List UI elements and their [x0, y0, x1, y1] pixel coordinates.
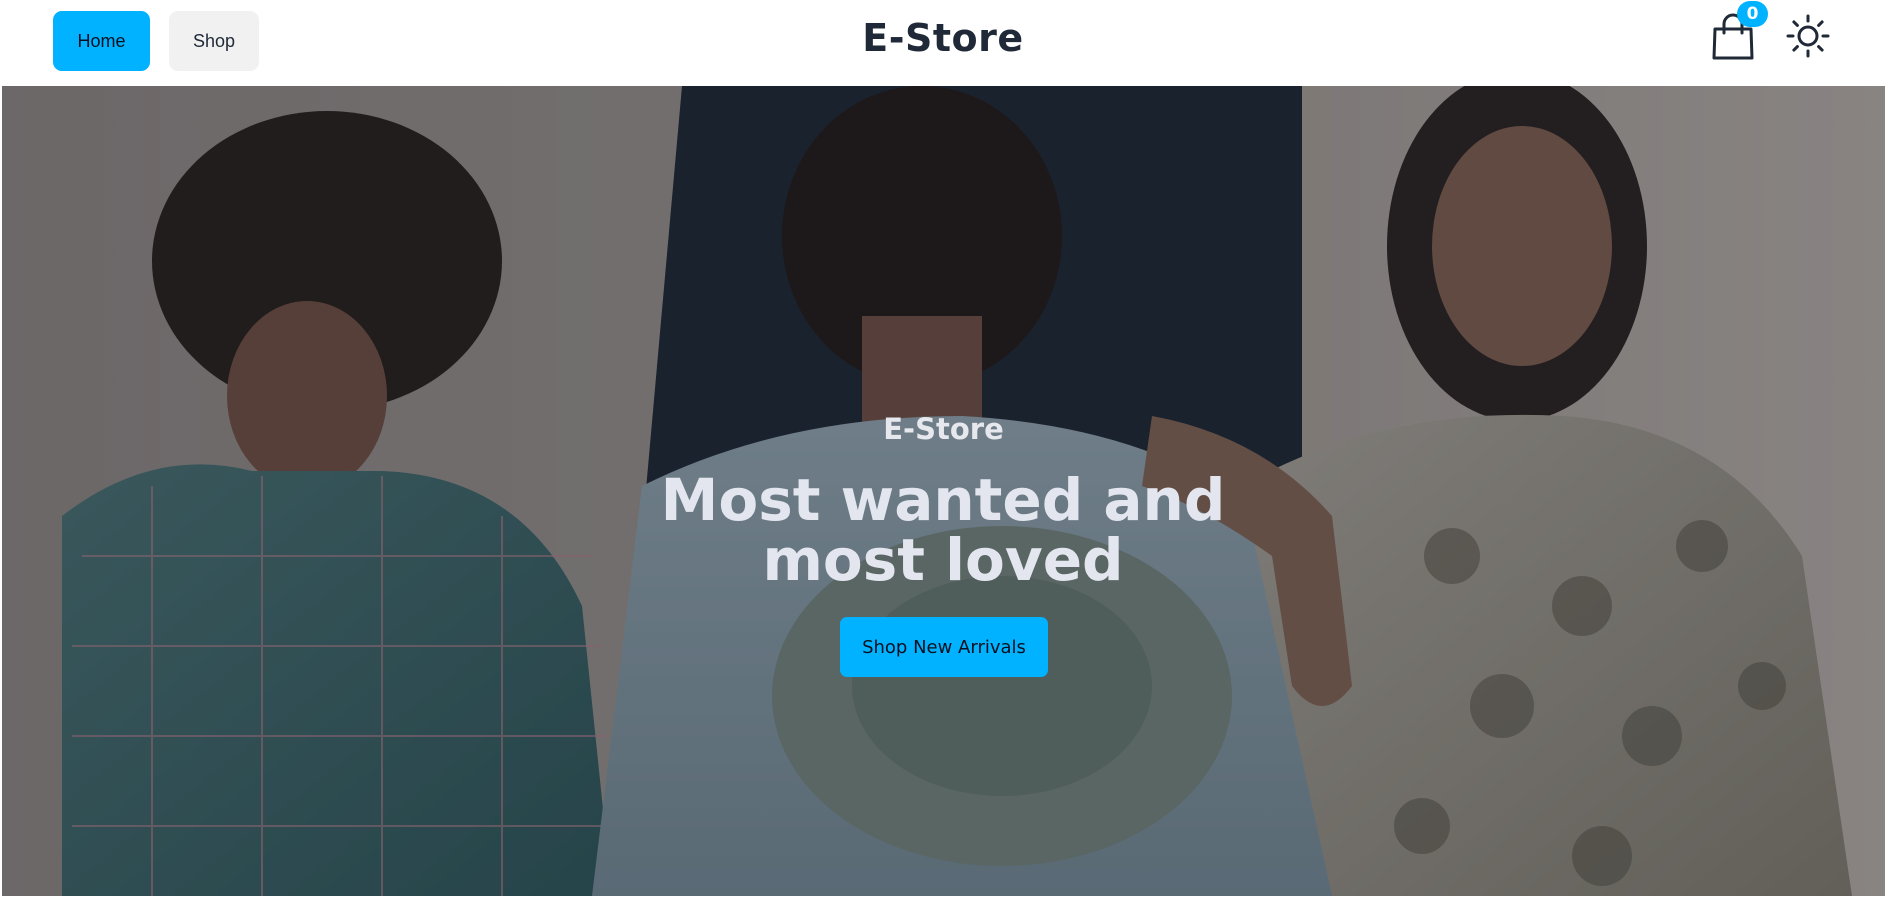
hero-headline: Most wanted and most loved — [543, 470, 1343, 590]
brand-title: E-Store — [862, 16, 1024, 60]
theme-toggle-button[interactable] — [1786, 14, 1830, 58]
hero-banner: E-Store Most wanted and most loved Shop … — [2, 86, 1885, 896]
hero-headline-line-1: Most wanted and — [660, 466, 1226, 534]
sun-icon — [1786, 14, 1830, 58]
cart-count-badge: 0 — [1737, 1, 1768, 27]
top-navbar: Home Shop E-Store 0 — [0, 0, 1886, 86]
hero-kicker-text: E-Store — [883, 412, 1004, 446]
hero-headline-line-2: most loved — [762, 526, 1124, 594]
shop-new-arrivals-button[interactable]: Shop New Arrivals — [840, 617, 1048, 677]
